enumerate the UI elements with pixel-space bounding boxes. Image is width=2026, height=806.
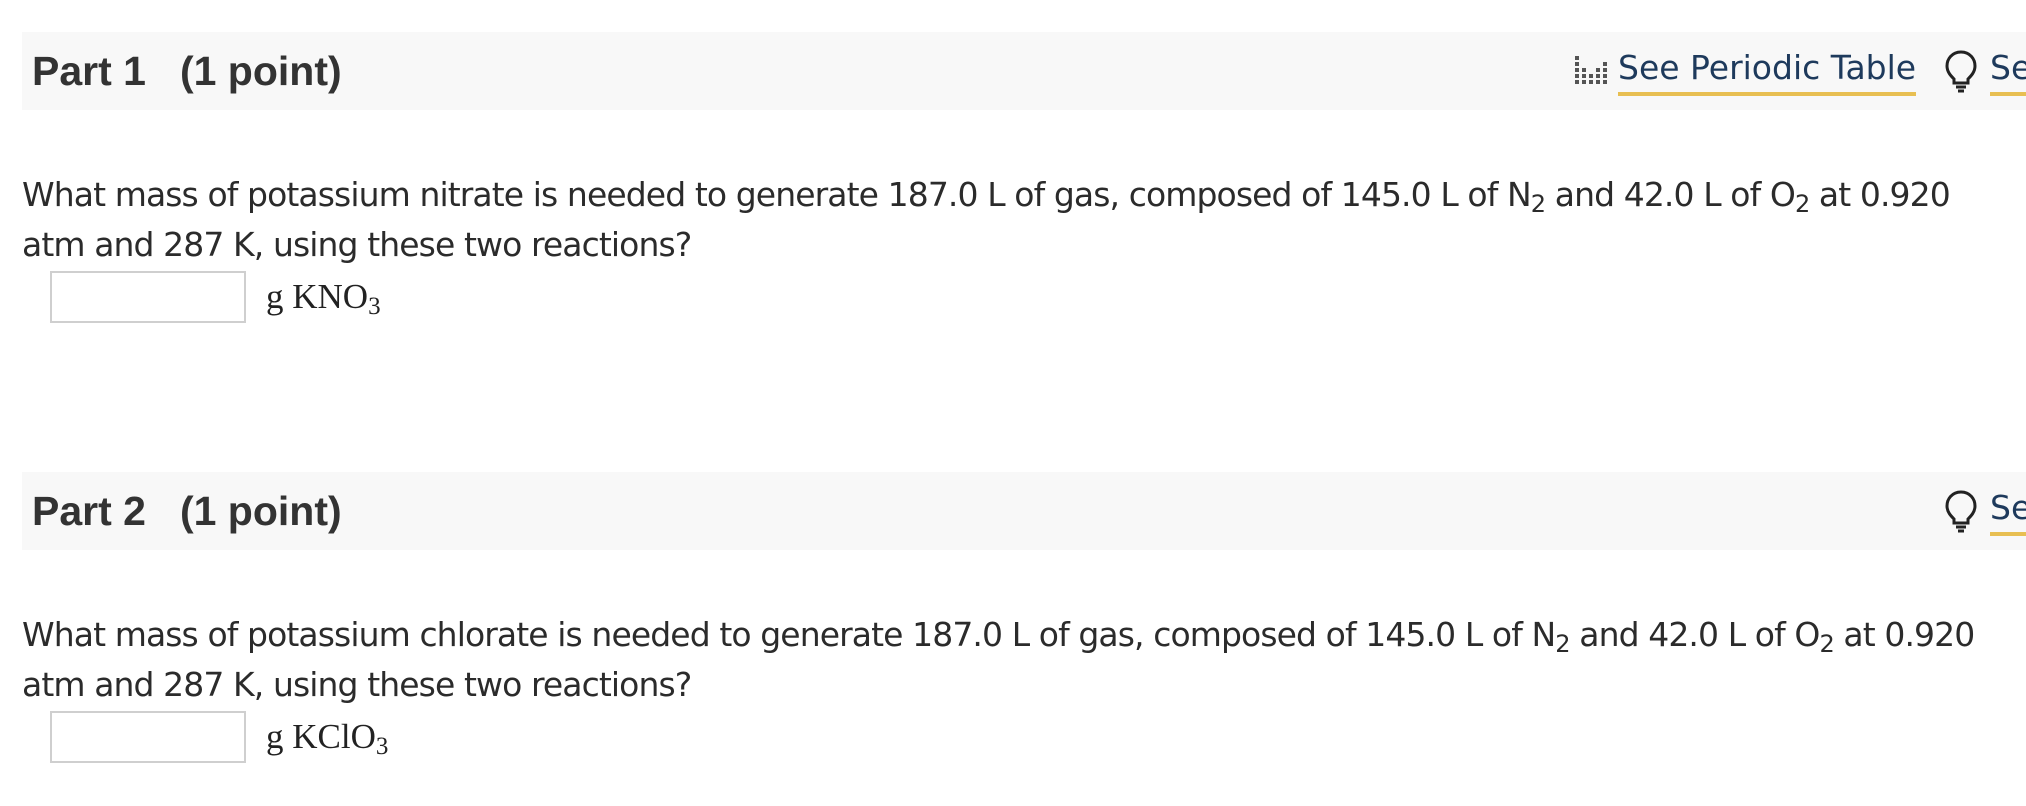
part1-question-sub-n2: 2 [1530, 190, 1546, 218]
part1-question-text-1: What mass of potassium nitrate is needed… [22, 175, 1532, 214]
part1-answer-unit: g KNO3 [266, 277, 381, 320]
part1-points: (1 point) [179, 48, 342, 94]
part1-hint-link[interactable]: Se [1944, 46, 2026, 96]
part1-hint-label: Se [1990, 46, 2026, 96]
part2-unit-prefix: g KClO [266, 717, 376, 756]
part2-hint-label: Se [1990, 486, 2026, 536]
part1-answer-input[interactable] [50, 271, 246, 323]
part2-answer-unit: g KClO3 [266, 717, 389, 760]
lightbulb-icon [1945, 50, 1977, 93]
part2-unit-sub: 3 [375, 733, 389, 760]
part2-header: Part 2 (1 point) Se [22, 472, 2026, 550]
part2-question-sub-n2: 2 [1555, 630, 1570, 658]
part2-title: Part 2 (1 point) [32, 488, 342, 534]
part2-title-text: Part 2 [32, 488, 146, 534]
part1-question: What mass of potassium nitrate is needed… [22, 170, 2012, 270]
part1-title-text: Part 1 [32, 48, 146, 94]
part1-question-text-2: and 42.0 L of O [1545, 175, 1796, 214]
part1-question-sub-o2: 2 [1794, 190, 1810, 218]
periodic-table-icon [1575, 56, 1607, 84]
part1-answer-row: g KNO3 [50, 271, 381, 323]
part2-question-text-2: and 42.0 L of O [1569, 615, 1820, 654]
part2-question-sub-o2: 2 [1819, 630, 1834, 658]
part1-unit-sub: 3 [368, 293, 381, 320]
part1-header: Part 1 (1 point) See Periodic Table Se [22, 32, 2026, 110]
part2-hint-link[interactable]: Se [1944, 486, 2026, 536]
part2-question-text-1: What mass of potassium chlorate is neede… [22, 615, 1556, 654]
part1-title: Part 1 (1 point) [32, 48, 342, 94]
part2-answer-row: g KClO3 [50, 711, 388, 763]
lightbulb-icon [1945, 490, 1977, 533]
part1-unit-prefix: g KNO [266, 277, 369, 316]
see-periodic-table-label: See Periodic Table [1618, 46, 1917, 96]
part2-points: (1 point) [179, 488, 342, 534]
see-periodic-table-link[interactable]: See Periodic Table [1574, 46, 1917, 96]
part2-question: What mass of potassium chlorate is neede… [22, 610, 2012, 710]
part2-answer-input[interactable] [50, 711, 246, 763]
